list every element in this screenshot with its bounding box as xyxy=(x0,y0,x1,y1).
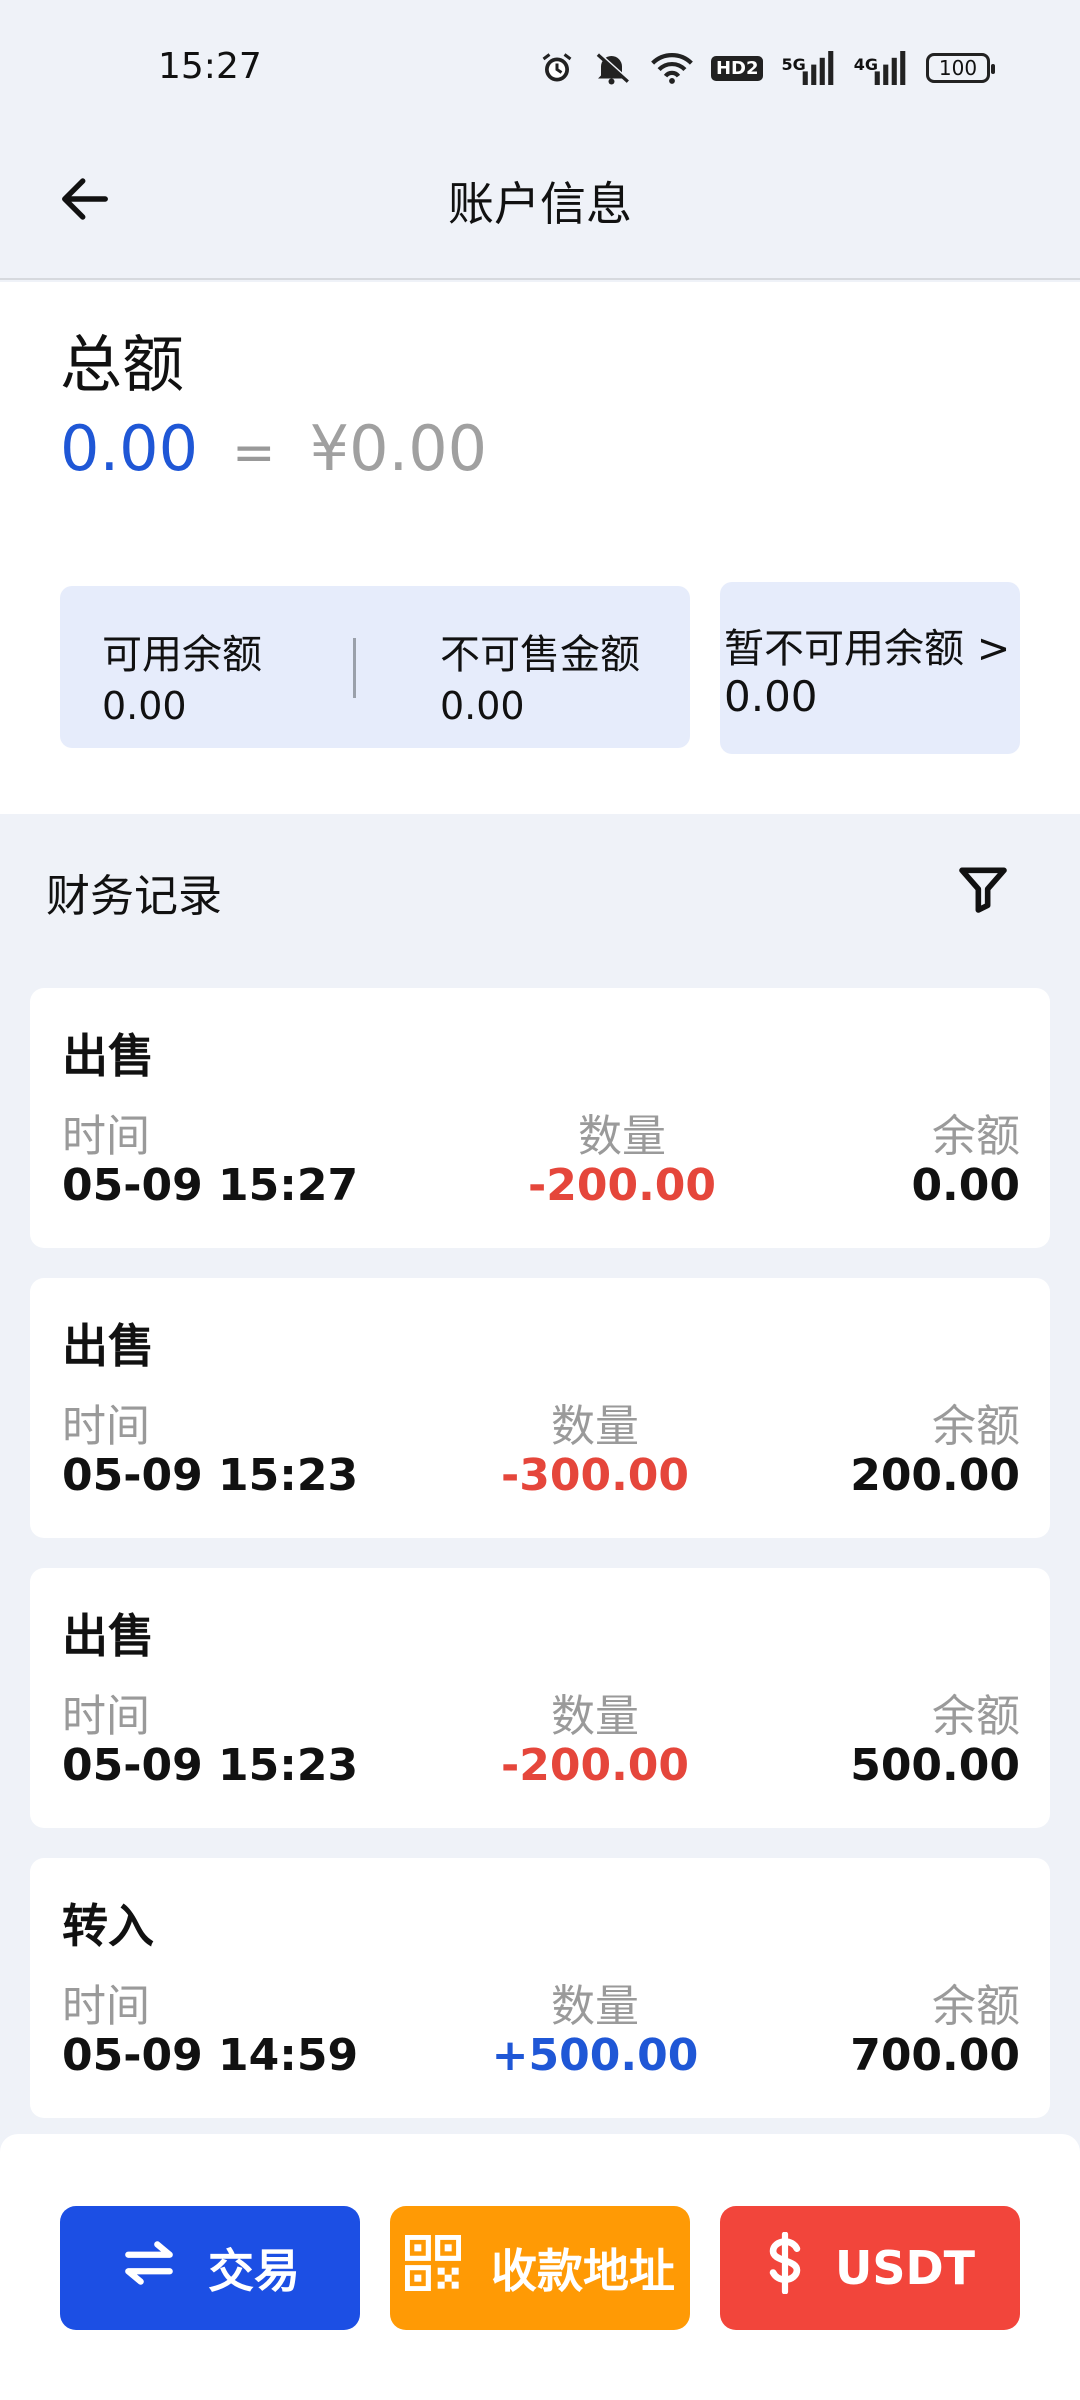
signal-5g-icon: 5G xyxy=(781,51,835,85)
record-balance: 700.00 xyxy=(850,2030,1020,2081)
status-icons: HD2 5G 4G 100 xyxy=(539,44,995,92)
record-card[interactable]: 出售 时间 数量 余额 05-09 15:27 -200.00 0.00 xyxy=(30,988,1050,1248)
filter-button[interactable] xyxy=(950,858,1016,924)
qty-header: 数量 xyxy=(551,1401,639,1452)
available-balance: 可用余额 0.00 xyxy=(102,622,262,728)
usdt-label: USDT xyxy=(834,2241,976,2295)
unavailable-label: 暂不可用余额 > xyxy=(724,626,1011,672)
hd-icon: HD2 xyxy=(710,55,764,81)
available-label: 可用余额 xyxy=(102,632,262,678)
alarm-icon xyxy=(539,50,575,86)
available-value: 0.00 xyxy=(102,684,187,728)
record-card[interactable]: 出售 时间 数量 余额 05-09 15:23 -300.00 200.00 xyxy=(30,1278,1050,1538)
trade-label: 交易 xyxy=(208,2244,300,2298)
record-time: 05-09 15:23 xyxy=(62,1450,359,1501)
record-type: 出售 xyxy=(62,1319,154,1373)
divider xyxy=(353,638,356,698)
record-type: 出售 xyxy=(62,1029,154,1083)
record-balance: 0.00 xyxy=(911,1160,1020,1211)
mute-icon xyxy=(593,50,633,86)
qty-header: 数量 xyxy=(551,1691,639,1742)
status-time: 15:27 xyxy=(158,46,262,87)
signal-4g-icon: 4G xyxy=(854,51,908,85)
qty-header: 数量 xyxy=(551,1981,639,2032)
unsellable-balance: 不可售金额 0.00 xyxy=(440,622,640,728)
records-title: 财务记录 xyxy=(46,871,222,922)
record-balance: 500.00 xyxy=(850,1740,1020,1791)
record-card[interactable]: 出售 时间 数量 余额 05-09 15:23 -200.00 500.00 xyxy=(30,1568,1050,1828)
receive-address-button[interactable]: 收款地址 xyxy=(390,2206,690,2330)
time-header: 时间 xyxy=(62,1111,150,1162)
total-line: 0.00 = ¥0.00 xyxy=(60,412,487,485)
status-bar: 15:27 HD2 5G 4G 100 xyxy=(0,0,1080,130)
record-type: 出售 xyxy=(62,1609,154,1663)
filter-icon xyxy=(955,861,1011,921)
record-balance: 200.00 xyxy=(850,1450,1020,1501)
time-header: 时间 xyxy=(62,1401,150,1452)
address-label: 收款地址 xyxy=(491,2244,675,2298)
total-label: 总额 xyxy=(60,328,185,401)
record-qty: -200.00 xyxy=(527,1160,717,1211)
app-header: 账户信息 xyxy=(0,130,1080,280)
unsellable-value: 0.00 xyxy=(440,684,525,728)
record-qty: -300.00 xyxy=(500,1450,690,1501)
balance-summary: 总额 0.00 = ¥0.00 可用余额 0.00 不可售金额 0.00 暂不可… xyxy=(0,282,1080,814)
balance-header: 余额 xyxy=(932,1981,1020,2032)
balance-header: 余额 xyxy=(932,1401,1020,1452)
total-value: 0.00 xyxy=(60,412,199,485)
total-cny-value: ¥0.00 xyxy=(309,412,488,485)
wifi-icon xyxy=(651,51,693,85)
time-header: 时间 xyxy=(62,1691,150,1742)
equals-sign: = xyxy=(232,423,276,483)
bottom-action-bar: 交易 收款地址 USDT xyxy=(0,2134,1080,2400)
unavailable-balance-button[interactable]: 暂不可用余额 > 0.00 xyxy=(720,582,1020,754)
record-card[interactable]: 转入 时间 数量 余额 05-09 14:59 +500.00 700.00 xyxy=(30,1858,1050,2118)
time-header: 时间 xyxy=(62,1981,150,2032)
balance-header: 余额 xyxy=(932,1111,1020,1162)
record-type: 转入 xyxy=(62,1899,154,1953)
swap-icon xyxy=(120,2238,178,2299)
usdt-button[interactable]: USDT xyxy=(720,2206,1020,2330)
record-time: 05-09 15:23 xyxy=(62,1740,359,1791)
page-title: 账户信息 xyxy=(448,177,632,231)
record-time: 05-09 14:59 xyxy=(62,2030,359,2081)
unavailable-value: 0.00 xyxy=(724,672,818,721)
qr-code-icon xyxy=(404,2234,462,2302)
record-qty: +500.00 xyxy=(491,2030,699,2081)
balance-box: 可用余额 0.00 不可售金额 0.00 xyxy=(60,586,690,748)
record-qty: -200.00 xyxy=(500,1740,690,1791)
dollar-icon xyxy=(765,2230,805,2305)
qty-header: 数量 xyxy=(578,1111,666,1162)
balance-header: 余额 xyxy=(932,1691,1020,1742)
trade-button[interactable]: 交易 xyxy=(60,2206,360,2330)
unsellable-label: 不可售金额 xyxy=(440,632,640,678)
records-header: 财务记录 xyxy=(0,814,1080,964)
record-time: 05-09 15:27 xyxy=(62,1160,359,1211)
battery-icon: 100 xyxy=(926,53,995,83)
